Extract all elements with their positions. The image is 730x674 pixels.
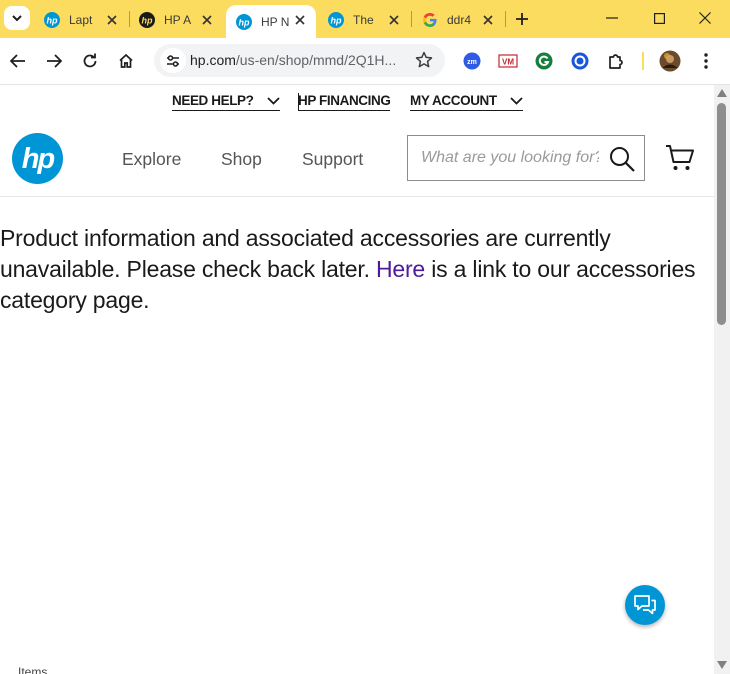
tab-title: ddr4 xyxy=(447,13,472,27)
chevron-down-icon xyxy=(510,97,523,106)
tab-title: HP A xyxy=(164,13,192,27)
kebab-menu-icon[interactable] xyxy=(696,51,716,71)
hp-logo-dark-icon: hp xyxy=(139,12,155,28)
url-host: hp.com xyxy=(190,52,236,68)
minimize-button[interactable] xyxy=(594,6,630,30)
tab-search-button[interactable] xyxy=(4,6,30,30)
forward-button[interactable] xyxy=(42,49,66,73)
circle-extension-icon[interactable] xyxy=(570,51,590,71)
close-icon xyxy=(699,12,711,24)
minimize-icon xyxy=(606,17,618,19)
chat-bubbles-icon xyxy=(634,595,656,615)
scroll-up-arrow-icon[interactable] xyxy=(717,89,727,97)
nav-explore[interactable]: Explore xyxy=(122,149,181,170)
toolbar-separator xyxy=(642,52,644,70)
need-help-link[interactable]: NEED HELP? xyxy=(172,93,280,111)
utility-nav: NEED HELP? HP FINANCING MY ACCOUNT xyxy=(0,85,714,117)
hp-logo[interactable]: hp xyxy=(12,133,63,184)
close-icon[interactable] xyxy=(199,12,215,28)
svg-text:hp: hp xyxy=(331,16,342,26)
vertical-scrollbar[interactable] xyxy=(714,85,730,674)
google-g-icon xyxy=(423,13,437,27)
bookmark-star-icon[interactable] xyxy=(415,51,433,69)
need-help-label: NEED HELP? xyxy=(172,93,254,108)
svg-text:hp: hp xyxy=(142,16,153,26)
browser-tab-strip: hp Lapt hp HP A hp HP N hp The ddr4 xyxy=(0,0,730,38)
close-window-button[interactable] xyxy=(687,6,723,30)
hp-financing-link[interactable]: HP FINANCING xyxy=(298,93,391,111)
tune-icon xyxy=(167,54,179,67)
svg-text:hp: hp xyxy=(239,17,250,27)
svg-text:VM: VM xyxy=(502,58,514,67)
svg-text:zm: zm xyxy=(467,59,477,66)
search-icon[interactable] xyxy=(608,145,636,173)
arrow-right-icon xyxy=(47,54,62,68)
reload-icon xyxy=(83,53,97,68)
url-text[interactable]: hp.com/us-en/shop/mmd/2Q1H... xyxy=(190,52,396,68)
chat-button[interactable] xyxy=(625,585,665,625)
zoom-extension-icon[interactable]: zm xyxy=(462,51,482,71)
browser-toolbar: hp.com/us-en/shop/mmd/2Q1H... zm VM xyxy=(0,38,730,84)
nav-shop[interactable]: Shop xyxy=(221,149,262,170)
browser-tab[interactable]: hp The xyxy=(318,5,410,35)
tab-title: The xyxy=(353,13,374,27)
my-account-link[interactable]: MY ACCOUNT xyxy=(410,93,524,111)
unavailable-message: Product information and associated acces… xyxy=(0,223,700,316)
home-button[interactable] xyxy=(114,49,138,73)
browser-tab-active[interactable]: hp HP N xyxy=(226,5,316,38)
back-button[interactable] xyxy=(6,49,30,73)
grammarly-extension-icon[interactable] xyxy=(534,51,554,71)
chevron-down-icon xyxy=(267,97,280,106)
site-info-button[interactable] xyxy=(160,48,186,73)
new-tab-button[interactable] xyxy=(510,7,534,31)
address-bar[interactable]: hp.com/us-en/shop/mmd/2Q1H... xyxy=(154,44,445,77)
accessories-category-link[interactable]: Here xyxy=(376,256,425,282)
url-path: /us-en/shop/mmd/2Q1H... xyxy=(235,52,397,68)
chevron-down-icon xyxy=(12,14,22,21)
hp-logo-icon: hp xyxy=(328,12,344,28)
svg-text:hp: hp xyxy=(47,16,58,26)
scrollbar-thumb[interactable] xyxy=(717,103,726,325)
scroll-down-arrow-icon[interactable] xyxy=(717,661,727,669)
shopping-cart-icon[interactable] xyxy=(665,144,695,172)
nav-support[interactable]: Support xyxy=(302,149,363,170)
tab-separator xyxy=(505,11,506,27)
search-input[interactable] xyxy=(409,137,599,179)
browser-tab[interactable]: hp HP A xyxy=(129,5,223,35)
maximize-button[interactable] xyxy=(641,6,677,30)
hp-logo-icon: hp xyxy=(44,12,60,28)
vm-extension-icon[interactable]: VM xyxy=(498,51,518,71)
puzzle-extensions-icon[interactable] xyxy=(606,51,626,71)
tab-title: Lapt xyxy=(69,13,93,27)
search-box xyxy=(407,135,645,181)
site-header: hp Explore Shop Support xyxy=(0,117,714,197)
profile-avatar[interactable] xyxy=(659,50,681,72)
maximize-icon xyxy=(653,12,665,24)
plus-icon xyxy=(516,13,528,25)
close-icon[interactable] xyxy=(480,12,496,28)
browser-tab[interactable]: hp Lapt xyxy=(34,5,128,35)
close-icon[interactable] xyxy=(104,12,120,28)
browser-tab[interactable]: ddr4 xyxy=(412,5,504,35)
my-account-label: MY ACCOUNT xyxy=(410,93,497,108)
home-icon xyxy=(119,53,133,68)
close-icon[interactable] xyxy=(386,12,402,28)
close-icon[interactable] xyxy=(292,12,308,28)
arrow-left-icon xyxy=(10,54,25,68)
tab-title: HP N xyxy=(261,14,290,29)
footer-partial-text: Items xyxy=(18,665,48,674)
hp-logo-icon: hp xyxy=(236,13,252,30)
page-viewport: NEED HELP? HP FINANCING MY ACCOUNT hp Ex… xyxy=(0,84,730,674)
logo-text: hp xyxy=(22,143,55,175)
reload-button[interactable] xyxy=(78,49,102,73)
hp-financing-label: HP FINANCING xyxy=(298,93,391,108)
